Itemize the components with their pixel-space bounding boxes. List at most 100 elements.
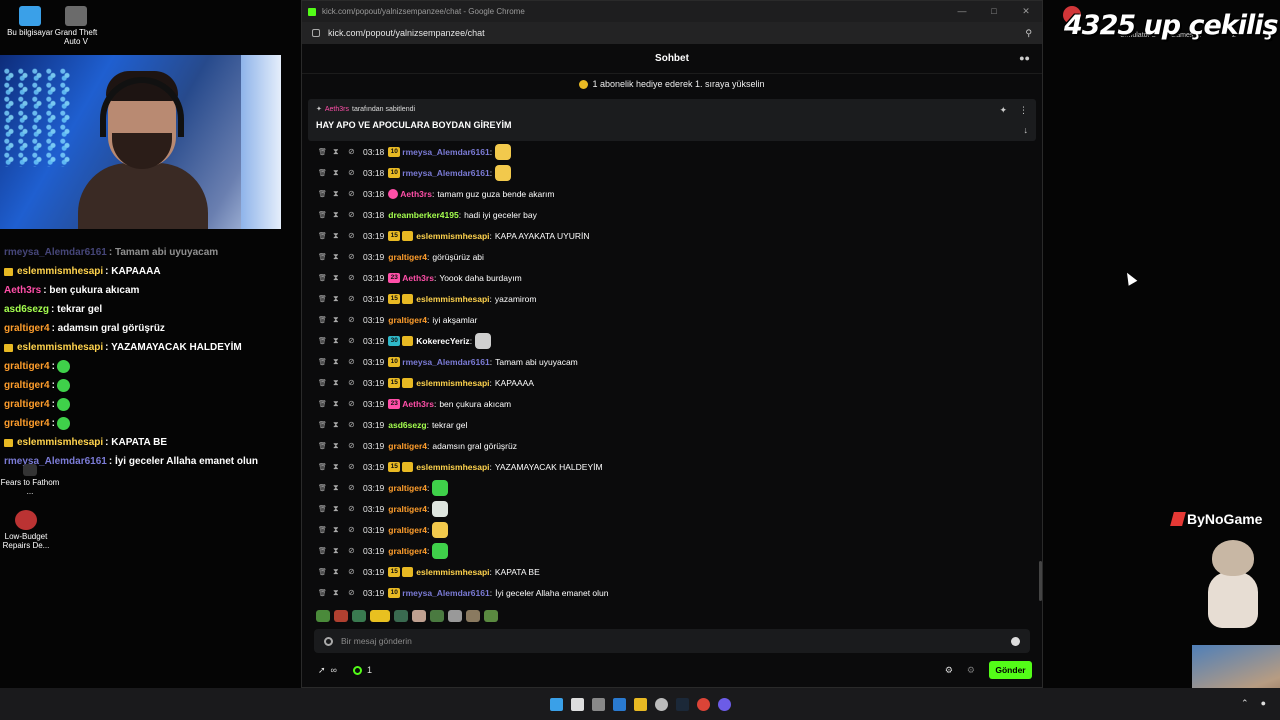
chat-message[interactable]: 🗑 ⧗ ⊘ 03:18 10 rmeysa_Alemdar6161: [302, 162, 1042, 183]
ban-icon[interactable]: ⊘ [348, 210, 363, 219]
emote-icon[interactable] [430, 610, 444, 622]
desktop-icon-gta-v[interactable]: Grand Theft Auto V [46, 6, 106, 46]
scrollbar[interactable] [1039, 561, 1042, 601]
delete-icon[interactable]: 🗑 [318, 274, 333, 282]
site-info-icon[interactable] [312, 29, 320, 37]
ban-icon[interactable]: ⊘ [348, 378, 363, 387]
chat-message[interactable]: 🗑 ⧗ ⊘ 03:19 23 Aeth3rs: ben çukura akıcam [302, 393, 1042, 414]
search-icon[interactable]: ⚲ [1025, 28, 1032, 39]
message-input[interactable] [341, 636, 1011, 646]
ban-icon[interactable]: ⊘ [348, 315, 363, 324]
chat-message[interactable]: 🗑 ⧗ ⊘ 03:18 dreamberker4195: hadi iyi geceler… [302, 204, 1042, 225]
minimize-button[interactable]: — [946, 6, 978, 17]
message-username[interactable]: graltiger4 [388, 504, 427, 514]
emote-icon[interactable] [432, 542, 449, 559]
start-icon[interactable] [549, 697, 563, 711]
ban-icon[interactable]: ⊘ [348, 567, 363, 576]
url-text[interactable]: kick.com/popout/yalnizsempanzee/chat [328, 28, 485, 38]
delete-icon[interactable]: 🗑 [318, 379, 333, 387]
timeout-icon[interactable]: ⧗ [333, 273, 348, 283]
microphone-icon[interactable]: ● [1261, 698, 1266, 709]
delete-icon[interactable]: 🗑 [318, 547, 333, 555]
timeout-icon[interactable]: ⧗ [333, 168, 348, 178]
address-bar[interactable]: kick.com/popout/yalnizsempanzee/chat ⚲ [302, 22, 1042, 44]
message-username[interactable]: eslemmismhesapi [416, 378, 489, 388]
ban-icon[interactable]: ⊘ [348, 483, 363, 492]
maximize-button[interactable]: □ [978, 6, 1010, 17]
gift-sub-promo[interactable]: 1 abonelik hediye ederek 1. sıraya yükse… [302, 74, 1042, 94]
ban-icon[interactable]: ⊘ [348, 231, 363, 240]
message-input-box[interactable] [314, 629, 1030, 653]
chat-message[interactable]: 🗑 ⧗ ⊘ 03:19 15 eslemmismhesapi: yazamirom [302, 288, 1042, 309]
message-username[interactable]: graltiger4 [388, 483, 427, 493]
delete-icon[interactable]: 🗑 [318, 232, 333, 240]
emote-icon[interactable] [448, 610, 462, 622]
message-username[interactable]: rmeysa_Alemdar6161 [402, 357, 489, 367]
file-explorer-icon[interactable] [633, 697, 647, 711]
timeout-icon[interactable]: ⧗ [333, 420, 348, 430]
chat-message[interactable]: 🗑 ⧗ ⊘ 03:18 Aeth3rs: tamam guz guza bende aka… [302, 183, 1042, 204]
ban-icon[interactable]: ⊘ [348, 399, 363, 408]
timeout-icon[interactable]: ⧗ [333, 567, 348, 577]
message-username[interactable]: eslemmismhesapi [416, 231, 489, 241]
timeout-icon[interactable]: ⧗ [333, 189, 348, 199]
delete-icon[interactable]: 🗑 [318, 358, 333, 366]
ban-icon[interactable]: ⊘ [348, 252, 363, 261]
emote-icon[interactable] [495, 143, 512, 160]
chevron-up-icon[interactable]: ⌃ [1241, 698, 1249, 709]
send-button[interactable]: Gönder [989, 661, 1032, 679]
emote-picker-icon[interactable] [324, 636, 333, 646]
timeout-icon[interactable]: ⧗ [333, 336, 348, 346]
delete-icon[interactable]: 🗑 [318, 526, 333, 534]
message-username[interactable]: graltiger4 [388, 315, 427, 325]
ban-icon[interactable]: ⊘ [348, 168, 363, 177]
pinned-by-user[interactable]: Aeth3rs [325, 106, 349, 113]
badge-settings-icon[interactable]: ⚙ [967, 665, 975, 676]
ban-icon[interactable]: ⊘ [348, 273, 363, 282]
message-username[interactable]: eslemmismhesapi [416, 567, 489, 577]
ban-icon[interactable]: ⊘ [348, 546, 363, 555]
chat-message[interactable]: 🗑 ⧗ ⊘ 03:19 15 eslemmismhesapi: YAZAMAYACAK HA… [302, 456, 1042, 477]
emote-icon[interactable] [370, 610, 390, 622]
chat-message[interactable]: 🗑 ⧗ ⊘ 03:19 graltiger4: [302, 498, 1042, 519]
delete-icon[interactable]: 🗑 [318, 505, 333, 513]
message-username[interactable]: eslemmismhesapi [416, 462, 489, 472]
desktop-icon-fears-to-fathom[interactable]: Fears to Fathom ... [0, 464, 60, 496]
timeout-icon[interactable]: ⧗ [333, 357, 348, 367]
delete-icon[interactable]: 🗑 [318, 190, 333, 198]
delete-icon[interactable]: 🗑 [318, 295, 333, 303]
emote-icon[interactable] [432, 479, 449, 496]
ban-icon[interactable]: ⊘ [348, 336, 363, 345]
timeout-icon[interactable]: ⧗ [333, 462, 348, 472]
ban-icon[interactable]: ⊘ [348, 420, 363, 429]
delete-icon[interactable]: 🗑 [318, 463, 333, 471]
message-username[interactable]: graltiger4 [388, 546, 427, 556]
emote-icon[interactable] [475, 332, 492, 349]
delete-icon[interactable]: 🗑 [318, 568, 333, 576]
delete-icon[interactable]: 🗑 [318, 421, 333, 429]
timeout-icon[interactable]: ⧗ [333, 147, 348, 157]
delete-icon[interactable]: 🗑 [318, 400, 333, 408]
timeout-icon[interactable]: ⧗ [333, 483, 348, 493]
timeout-icon[interactable]: ⧗ [333, 378, 348, 388]
timeout-icon[interactable]: ⧗ [333, 588, 348, 598]
chrome-icon[interactable] [696, 697, 710, 711]
chat-message[interactable]: 🗑 ⧗ ⊘ 03:19 graltiger4: [302, 477, 1042, 498]
emote-icon[interactable] [466, 610, 480, 622]
chat-message[interactable]: 🗑 ⧗ ⊘ 03:19 15 eslemmismhesapi: KAPATA BE [302, 561, 1042, 582]
chat-message[interactable]: 🗑 ⧗ ⊘ 03:18 10 rmeysa_Alemdar6161: [302, 141, 1042, 162]
message-username[interactable]: rmeysa_Alemdar6161 [402, 588, 489, 598]
message-username[interactable]: graltiger4 [388, 525, 427, 535]
message-username[interactable]: rmeysa_Alemdar6161 [402, 147, 489, 157]
delete-icon[interactable]: 🗑 [318, 169, 333, 177]
emote-icon[interactable] [432, 500, 449, 517]
timeout-icon[interactable]: ⧗ [333, 525, 348, 535]
ban-icon[interactable]: ⊘ [348, 294, 363, 303]
expand-down-icon[interactable]: ↓ [1024, 125, 1029, 135]
message-username[interactable]: KokerecYeriz [416, 336, 469, 346]
timeout-icon[interactable]: ⧗ [333, 252, 348, 262]
chat-message[interactable]: 🗑 ⧗ ⊘ 03:19 30 KokerecYeriz: [302, 330, 1042, 351]
task-view-icon[interactable] [591, 697, 605, 711]
delete-icon[interactable]: 🗑 [318, 148, 333, 156]
delete-icon[interactable]: 🗑 [318, 211, 333, 219]
